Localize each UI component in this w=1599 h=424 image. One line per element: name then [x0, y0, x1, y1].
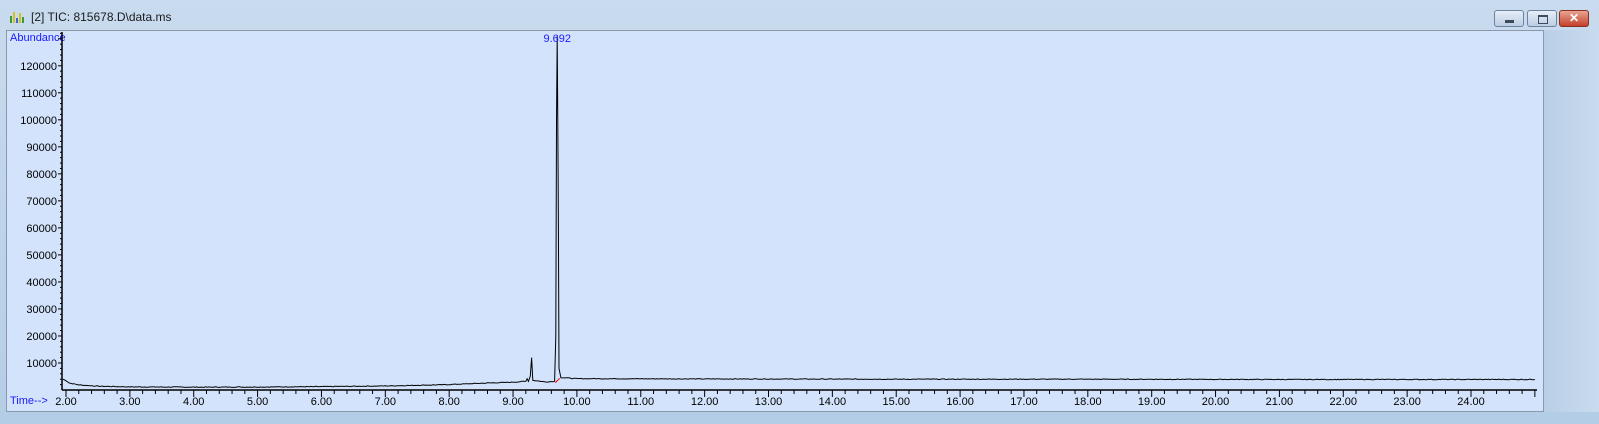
- x-tick-label: 20.00: [1202, 396, 1230, 408]
- y-axis: 10000 20000 30000 40000 50000 60000 70000 80000…: [20, 32, 63, 390]
- x-tick-label: 2.00: [55, 396, 76, 408]
- x-tick-label: 9.00: [502, 396, 523, 408]
- x-tick-label: 15.00: [882, 396, 910, 408]
- x-tick-label: 13.00: [755, 396, 783, 408]
- x-tick-label: 5.00: [247, 396, 268, 408]
- peak-labels: 9.692: [543, 33, 571, 45]
- x-tick-label: 21.00: [1266, 396, 1294, 408]
- x-tick-label: 24.00: [1457, 396, 1485, 408]
- x-tick-label: 19.00: [1138, 396, 1166, 408]
- y-tick-label: 120000: [20, 61, 57, 73]
- y-tick-label: 40000: [26, 277, 57, 289]
- y-tick-label: 100000: [20, 115, 57, 127]
- x-tick-label: 11.00: [627, 396, 654, 408]
- tic-line: [62, 36, 1535, 389]
- x-tick-label: 10.00: [563, 396, 591, 408]
- y-tick-label: 50000: [26, 250, 57, 262]
- x-tick-label: 17.00: [1010, 396, 1038, 408]
- chromatogram-window: [2] TIC: 815678.D\data.ms ✕ Abundance Ti…: [0, 0, 1599, 424]
- y-tick-label: 20000: [26, 331, 57, 343]
- x-tick-label: 16.00: [946, 396, 974, 408]
- y-tick-label: 70000: [26, 196, 57, 208]
- y-axis-label: Abundance: [10, 32, 66, 44]
- y-tick-label: 10000: [26, 358, 57, 370]
- x-tick-label: 4.00: [183, 396, 204, 408]
- y-tick-label: 60000: [26, 223, 57, 235]
- y-tick-label: 90000: [26, 142, 57, 154]
- x-tick-label: 12.00: [691, 396, 719, 408]
- x-axis-label: Time-->: [10, 395, 48, 407]
- x-axis: 2.00 3.00 4.00 5.00 6.00 7.00 8.00 9.00 10.00 11.…: [55, 389, 1537, 408]
- x-tick-label: 6.00: [311, 396, 332, 408]
- x-tick-label: 3.00: [119, 396, 140, 408]
- x-tick-label: 8.00: [438, 396, 459, 408]
- tic-trace: [62, 36, 1535, 389]
- x-tick-label: 7.00: [375, 396, 396, 408]
- x-tick-label: 18.00: [1074, 396, 1102, 408]
- y-tick-label: 80000: [26, 169, 57, 181]
- x-tick-label: 14.00: [819, 396, 847, 408]
- peak-label: 9.692: [543, 33, 571, 45]
- x-tick-label: 22.00: [1330, 396, 1358, 408]
- x-tick-label: 23.00: [1393, 396, 1421, 408]
- integration-baseline: [554, 378, 561, 384]
- y-tick-label: 30000: [26, 304, 57, 316]
- tic-chart: Abundance Time--> 10000 20000 30000 40000 50…: [10, 32, 1537, 408]
- y-tick-label: 110000: [21, 88, 57, 100]
